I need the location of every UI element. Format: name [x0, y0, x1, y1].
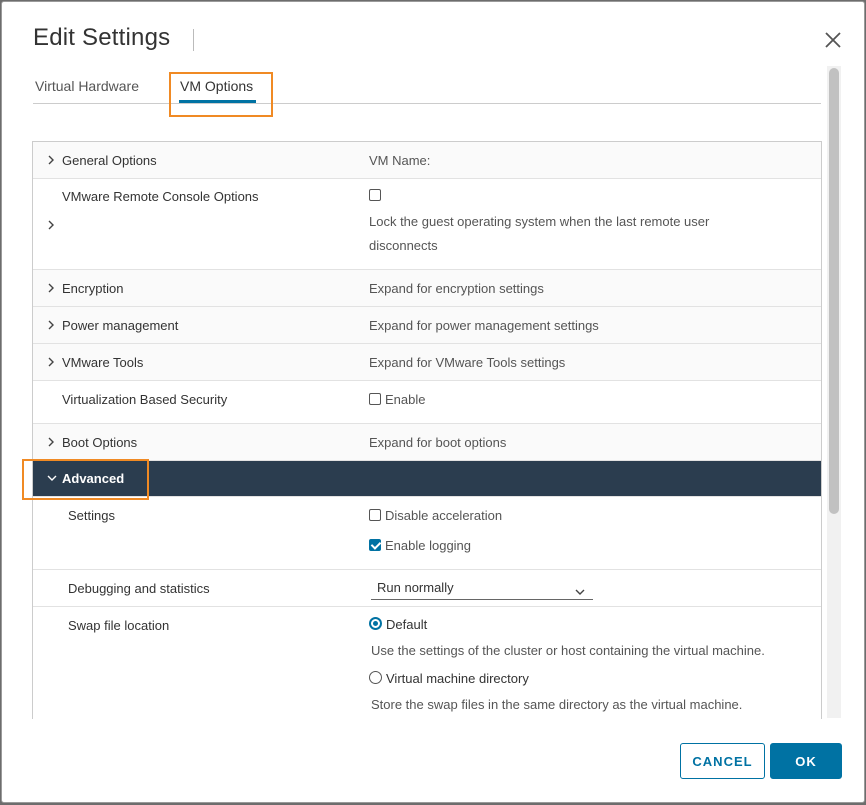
lock-guest-description-cont: disconnects	[369, 238, 438, 253]
tab-virtual-hardware[interactable]: Virtual Hardware	[35, 78, 139, 94]
edit-settings-dialog: Edit Settings Virtual Hardware VM Option…	[1, 1, 865, 803]
vmrc-options-label: VMware Remote Console Options	[62, 189, 259, 204]
dialog-title: Edit Settings	[33, 24, 171, 51]
general-options-label: General Options	[62, 153, 157, 168]
lock-guest-description: Lock the guest operating system when the…	[369, 214, 710, 229]
debugging-select[interactable]: Run normally	[371, 578, 593, 600]
chevron-down-icon[interactable]	[47, 474, 57, 484]
disable-acceleration-checkbox[interactable]	[369, 509, 381, 521]
tab-bar: Virtual Hardware VM Options	[33, 72, 821, 104]
tab-vm-options[interactable]: VM Options	[178, 78, 257, 103]
vbs-enable-label: Enable	[385, 392, 426, 407]
row-swap-file: Swap file location Default Use the setti…	[33, 607, 821, 719]
settings-label: Settings	[68, 508, 115, 523]
vmware-tools-label: VMware Tools	[62, 355, 144, 370]
debugging-selected-value: Run normally	[377, 580, 454, 595]
ok-button[interactable]: OK	[770, 743, 842, 779]
encryption-label: Encryption	[62, 281, 124, 296]
scrollbar-thumb[interactable]	[829, 68, 839, 514]
cancel-button[interactable]: CANCEL	[680, 743, 765, 779]
swap-vmdir-description: Store the swap files in the same directo…	[371, 697, 743, 712]
chevron-right-icon[interactable]	[47, 155, 55, 165]
vbs-label: Virtualization Based Security	[62, 392, 228, 407]
row-vmrc-options[interactable]: VMware Remote Console Options Lock the g…	[33, 179, 821, 270]
chevron-right-icon[interactable]	[47, 357, 55, 367]
vm-name-label: VM Name:	[369, 153, 431, 168]
power-management-label: Power management	[62, 318, 179, 333]
vbs-enable-checkbox[interactable]	[369, 393, 381, 405]
swap-default-radio[interactable]	[369, 617, 382, 630]
swap-default-label: Default	[386, 617, 428, 632]
chevron-right-icon[interactable]	[47, 437, 55, 447]
title-divider	[193, 29, 194, 51]
vmware-tools-value: Expand for VMware Tools settings	[369, 355, 566, 370]
boot-options-value: Expand for boot options	[369, 435, 507, 450]
swap-vmdir-radio[interactable]	[369, 671, 382, 684]
chevron-right-icon[interactable]	[47, 283, 55, 293]
row-vmware-tools[interactable]: VMware Tools Expand for VMware Tools set…	[33, 344, 821, 381]
enable-logging-checkbox[interactable]	[369, 539, 381, 551]
scrollbar[interactable]	[827, 66, 841, 718]
swap-vmdir-label: Virtual machine directory	[386, 671, 529, 686]
enable-logging-label: Enable logging	[385, 538, 472, 553]
row-advanced[interactable]: Advanced	[33, 461, 821, 497]
swap-file-label: Swap file location	[68, 618, 170, 633]
lock-guest-checkbox[interactable]	[369, 189, 381, 201]
chevron-right-icon[interactable]	[47, 320, 55, 330]
row-debugging: Debugging and statistics Run normally	[33, 570, 821, 607]
encryption-value: Expand for encryption settings	[369, 281, 544, 296]
row-general-options[interactable]: General Options VM Name:	[33, 142, 821, 179]
debugging-label: Debugging and statistics	[68, 581, 210, 596]
row-vbs: Virtualization Based Security Enable	[33, 381, 821, 424]
row-encryption[interactable]: Encryption Expand for encryption setting…	[33, 270, 821, 307]
row-boot-options[interactable]: Boot Options Expand for boot options	[33, 424, 821, 461]
row-advanced-settings: Settings Disable acceleration Enable log…	[33, 497, 821, 570]
power-management-value: Expand for power management settings	[369, 318, 599, 333]
disable-acceleration-label: Disable acceleration	[385, 508, 503, 523]
settings-stack: General Options VM Name: VMware Remote C…	[32, 141, 822, 719]
chevron-down-icon	[575, 584, 585, 599]
row-power-management[interactable]: Power management Expand for power manage…	[33, 307, 821, 344]
boot-options-label: Boot Options	[62, 435, 138, 450]
swap-default-description: Use the settings of the cluster or host …	[371, 643, 765, 658]
advanced-label: Advanced	[62, 471, 125, 486]
chevron-right-icon[interactable]	[47, 220, 55, 230]
close-icon[interactable]	[822, 29, 844, 51]
